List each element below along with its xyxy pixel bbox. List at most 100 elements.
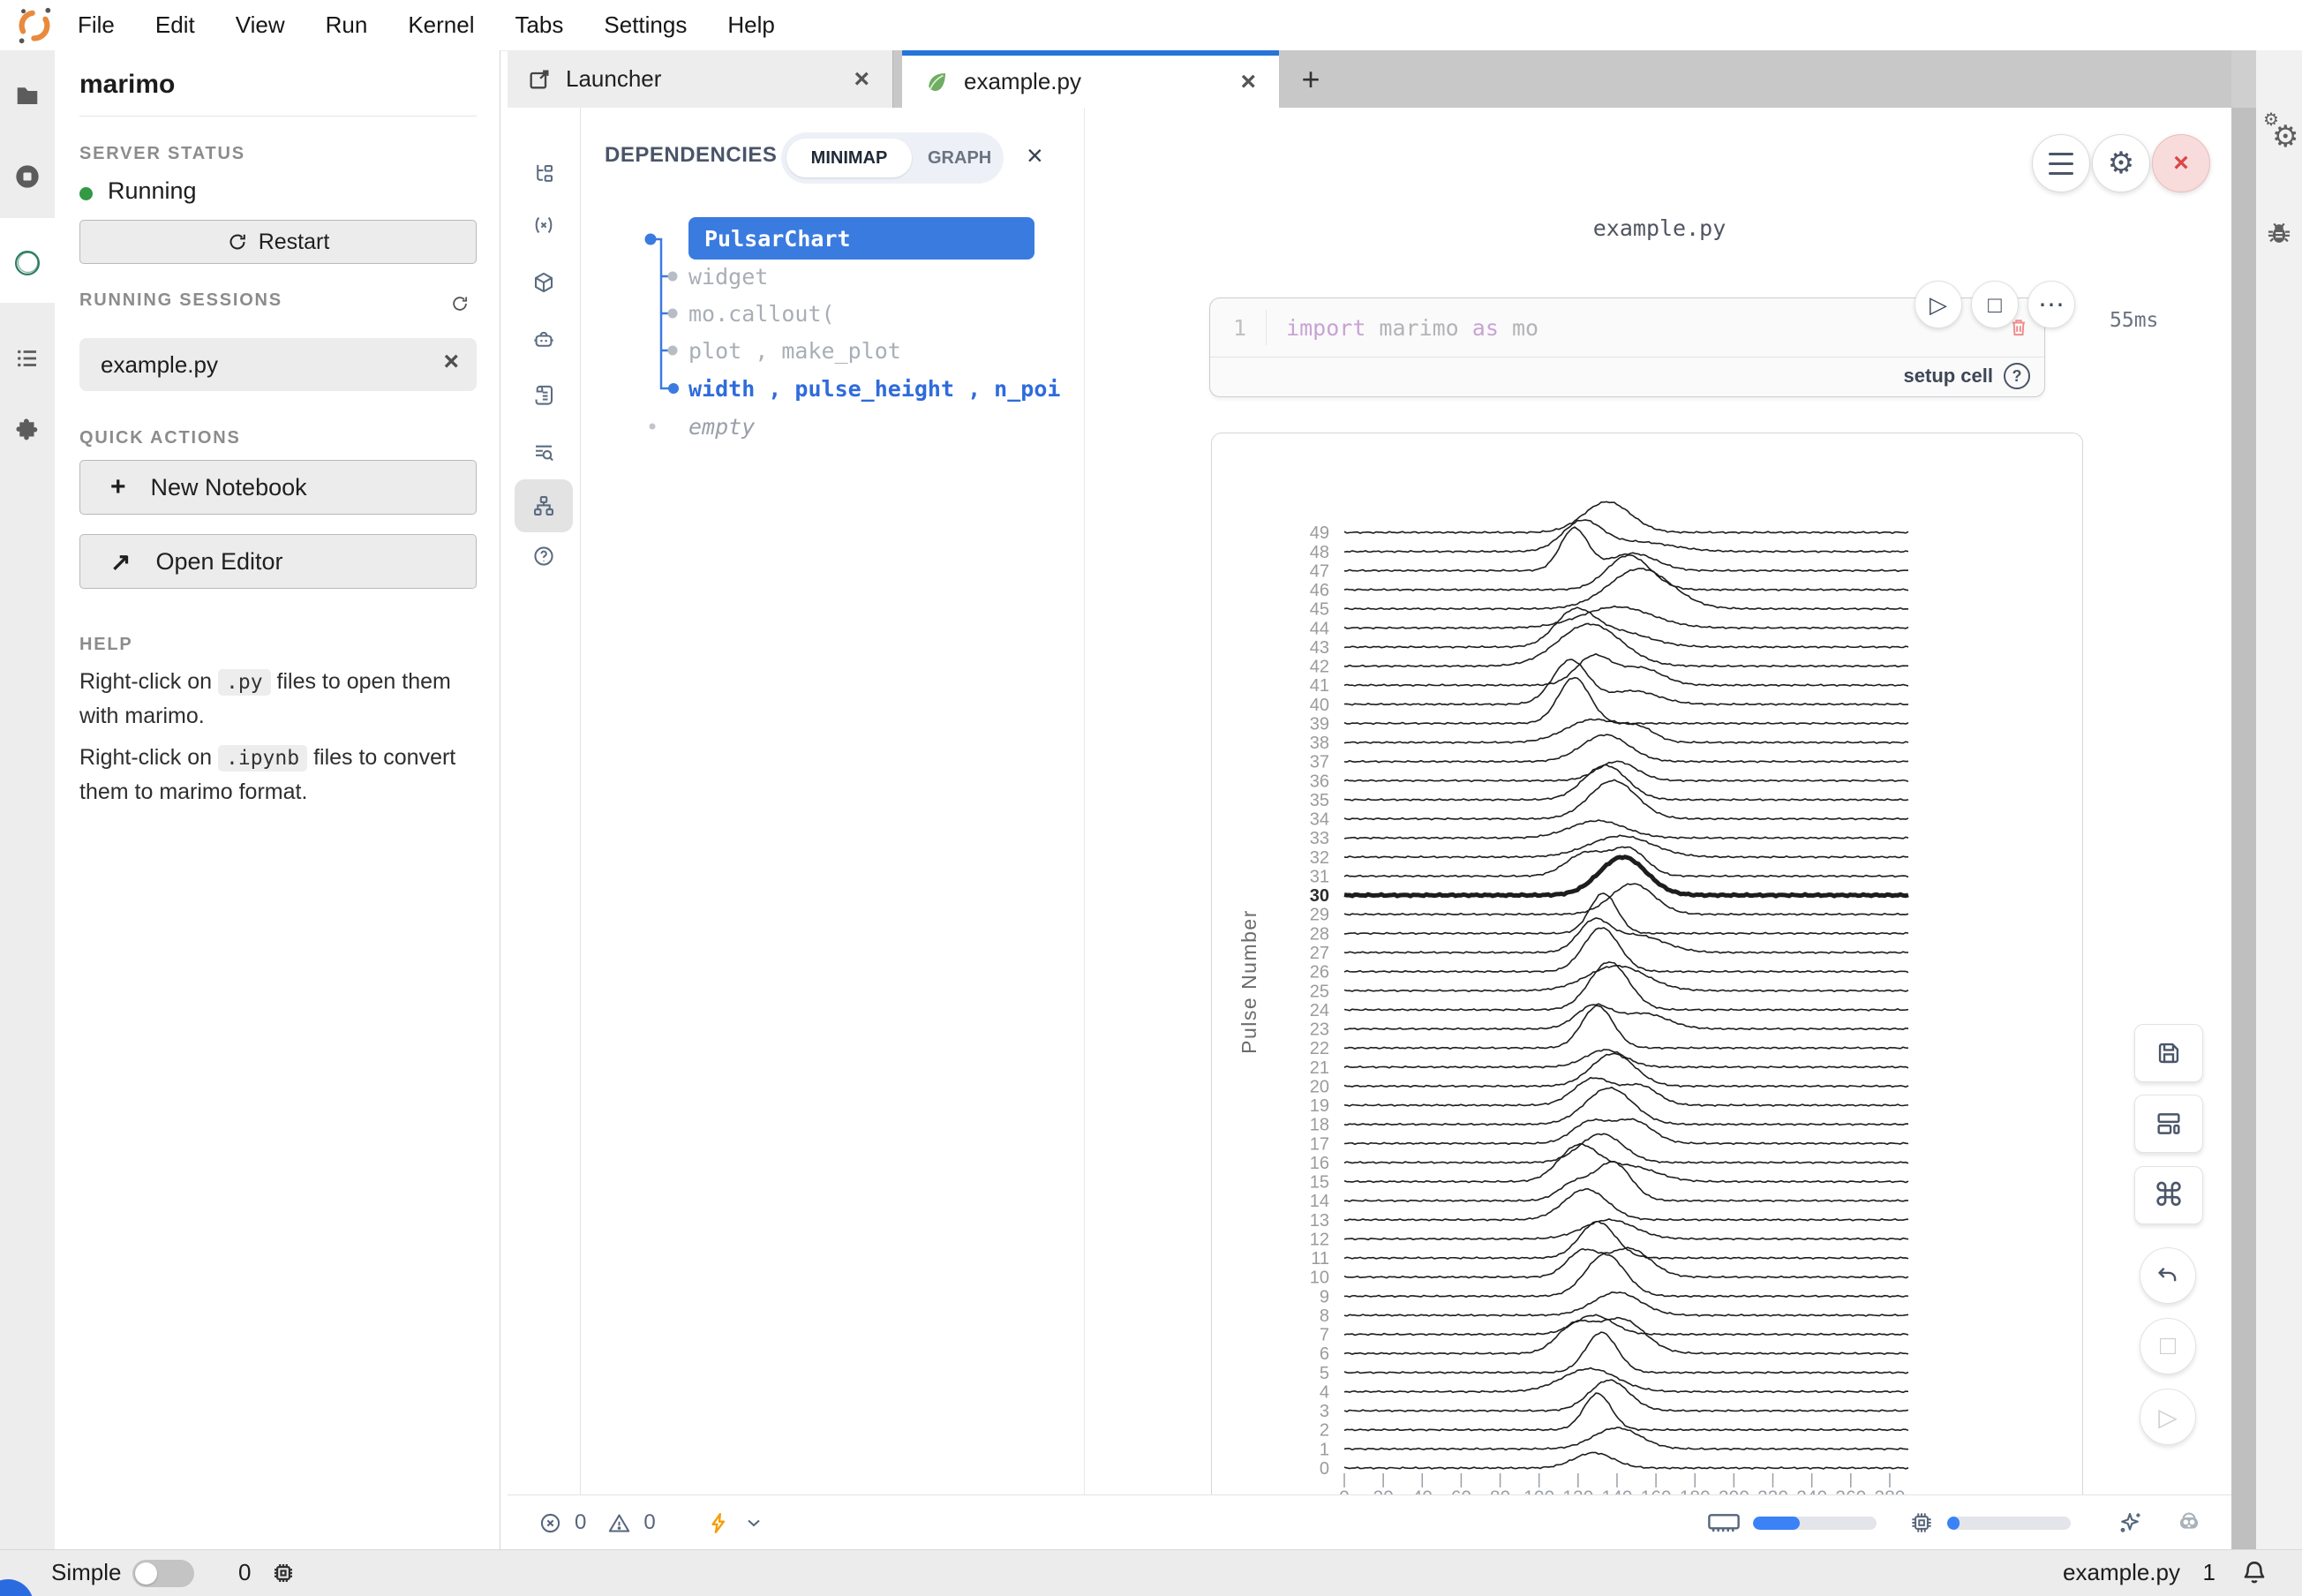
server-status-value: Running (108, 177, 197, 205)
file-browser-icon[interactable] (14, 82, 41, 109)
close-tab-icon[interactable]: × (1240, 69, 1256, 95)
dependencies-graph-icon[interactable] (531, 493, 556, 518)
svg-text:80: 80 (1490, 1487, 1510, 1494)
close-tab-icon[interactable]: × (854, 66, 869, 93)
svg-text:34: 34 (1310, 810, 1329, 830)
help-heading: HELP (79, 635, 133, 655)
close-session-icon[interactable]: × (443, 347, 459, 377)
chevron-down-icon[interactable] (743, 1512, 764, 1533)
tree-node-pulsarchart[interactable]: PulsarChart (688, 217, 1034, 260)
svg-text:19: 19 (1310, 1096, 1329, 1116)
run-all-button[interactable]: ▷ (2140, 1389, 2196, 1445)
arrow-up-right-icon: ↗ (110, 547, 131, 576)
tree-node-plot[interactable]: plot , make_plot (688, 332, 901, 369)
shutdown-button[interactable]: × (2152, 134, 2210, 192)
undo-button[interactable] (2140, 1247, 2196, 1304)
session-item[interactable]: example.py × (79, 338, 477, 391)
svg-text:3: 3 (1320, 1402, 1329, 1421)
marimo-sidebar-panel: marimo SERVER STATUS Running Restart RUN… (55, 50, 500, 1549)
table-of-contents-icon[interactable] (14, 345, 41, 372)
stop-cell-button[interactable]: □ (1971, 281, 2019, 328)
svg-text:200: 200 (1719, 1487, 1749, 1494)
refresh-sessions-icon[interactable] (450, 294, 470, 313)
svg-text:0: 0 (1339, 1487, 1350, 1494)
tree-node-empty[interactable]: empty (688, 408, 755, 445)
scrollbar-gutter[interactable] (2231, 50, 2256, 1549)
save-button[interactable] (2134, 1024, 2203, 1082)
svg-text:30: 30 (1310, 886, 1329, 906)
menu-run[interactable]: Run (326, 11, 368, 39)
svg-text:20: 20 (1373, 1487, 1393, 1494)
keyboard-shortcuts-button[interactable]: ⌘ (2134, 1166, 2203, 1224)
svg-text:15: 15 (1310, 1173, 1329, 1193)
server-status-heading: SERVER STATUS (79, 144, 245, 164)
setup-cell-footer: setup cell ? (1904, 363, 2030, 389)
marimo-panel-icon[interactable] (11, 247, 43, 279)
run-cell-button[interactable]: ▷ (1915, 281, 1962, 328)
cell-more-button[interactable]: ⋯ (2027, 281, 2075, 328)
stop-icon: □ (1988, 291, 2002, 319)
menu-settings[interactable]: Settings (604, 11, 687, 39)
layout-button[interactable] (2134, 1095, 2203, 1153)
running-sessions-icon[interactable] (13, 162, 41, 191)
restart-button[interactable]: Restart (79, 220, 477, 264)
undo-icon (2155, 1262, 2181, 1289)
variables-icon[interactable] (532, 214, 556, 237)
cell-runtime: 55ms (2110, 309, 2158, 332)
menu-kernel[interactable]: Kernel (408, 11, 474, 39)
menu-items: File Edit View Run Kernel Tabs Settings … (78, 11, 775, 39)
tree-node-widget[interactable]: widget (688, 258, 768, 295)
chip-icon[interactable] (270, 1560, 297, 1586)
debugger-bug-icon[interactable] (2264, 218, 2294, 248)
toggle-minimap[interactable]: MINIMAP (786, 139, 912, 177)
toggle-graph[interactable]: GRAPH (928, 148, 991, 169)
chart-output-card: Pulse Number0123456789101112131415161718… (1211, 433, 2083, 1494)
interrupt-button[interactable]: □ (2140, 1318, 2196, 1374)
menu-file[interactable]: File (78, 11, 115, 39)
new-tab-button[interactable]: + (1284, 50, 1337, 108)
svg-text:220: 220 (1757, 1487, 1788, 1494)
menu-tabs[interactable]: Tabs (515, 11, 563, 39)
panel-title: marimo (79, 70, 175, 100)
svg-text:18: 18 (1310, 1116, 1329, 1135)
divider (79, 116, 477, 117)
file-tree-icon[interactable] (532, 162, 556, 186)
close-panel-icon[interactable]: × (1027, 139, 1043, 172)
svg-text:2: 2 (1320, 1421, 1329, 1441)
packages-cube-icon[interactable] (532, 271, 556, 295)
tree-node-callout[interactable]: mo.callout( (688, 295, 835, 332)
logs-scroll-icon[interactable] (532, 384, 556, 408)
tree-node-width[interactable]: width , pulse_height , n_poi (688, 370, 1060, 407)
menu-help[interactable]: Help (727, 11, 774, 39)
notebook-menu-button[interactable] (2032, 134, 2090, 192)
tab-launcher[interactable]: Launcher × (508, 50, 893, 108)
warnings-icon[interactable] (607, 1511, 631, 1535)
svg-text:44: 44 (1310, 619, 1329, 638)
bell-icon[interactable] (2238, 1557, 2270, 1589)
notebook-workspace: DEPENDENCIES MINIMAP GRAPH × PulsarChart… (508, 108, 2231, 1494)
statusbar-filename[interactable]: example.py (2063, 1559, 2180, 1586)
code-line[interactable]: import marimo as mo (1286, 315, 1538, 341)
extensions-puzzle-icon[interactable] (14, 417, 41, 443)
ai-sparkle-icon[interactable] (2117, 1509, 2143, 1536)
setup-help-icon[interactable]: ? (2004, 363, 2030, 389)
svg-text:40: 40 (1412, 1487, 1433, 1494)
help-bubble-icon[interactable] (532, 545, 556, 568)
notebook-settings-button[interactable]: ⚙ (2092, 134, 2150, 192)
tab-example-py[interactable]: example.py × (902, 50, 1279, 108)
open-editor-button[interactable]: ↗ Open Editor (79, 534, 477, 589)
ai-robot-icon[interactable] (532, 328, 556, 352)
svg-text:24: 24 (1310, 1001, 1329, 1020)
new-notebook-button[interactable]: + New Notebook (79, 460, 477, 515)
svg-text:25: 25 (1310, 982, 1329, 1001)
scratchpad-search-icon[interactable] (532, 441, 556, 465)
simple-mode-toggle[interactable] (132, 1560, 194, 1587)
menu-view[interactable]: View (236, 11, 285, 39)
ram-usage-bar (1753, 1517, 1877, 1530)
errors-icon[interactable] (538, 1511, 562, 1535)
menu-edit[interactable]: Edit (155, 11, 195, 39)
svg-text:38: 38 (1310, 734, 1329, 753)
notebook-footer-toolbar: 0 0 (508, 1494, 2231, 1550)
lightning-icon[interactable] (707, 1511, 731, 1535)
chat-robot-icon[interactable] (2175, 1509, 2203, 1537)
